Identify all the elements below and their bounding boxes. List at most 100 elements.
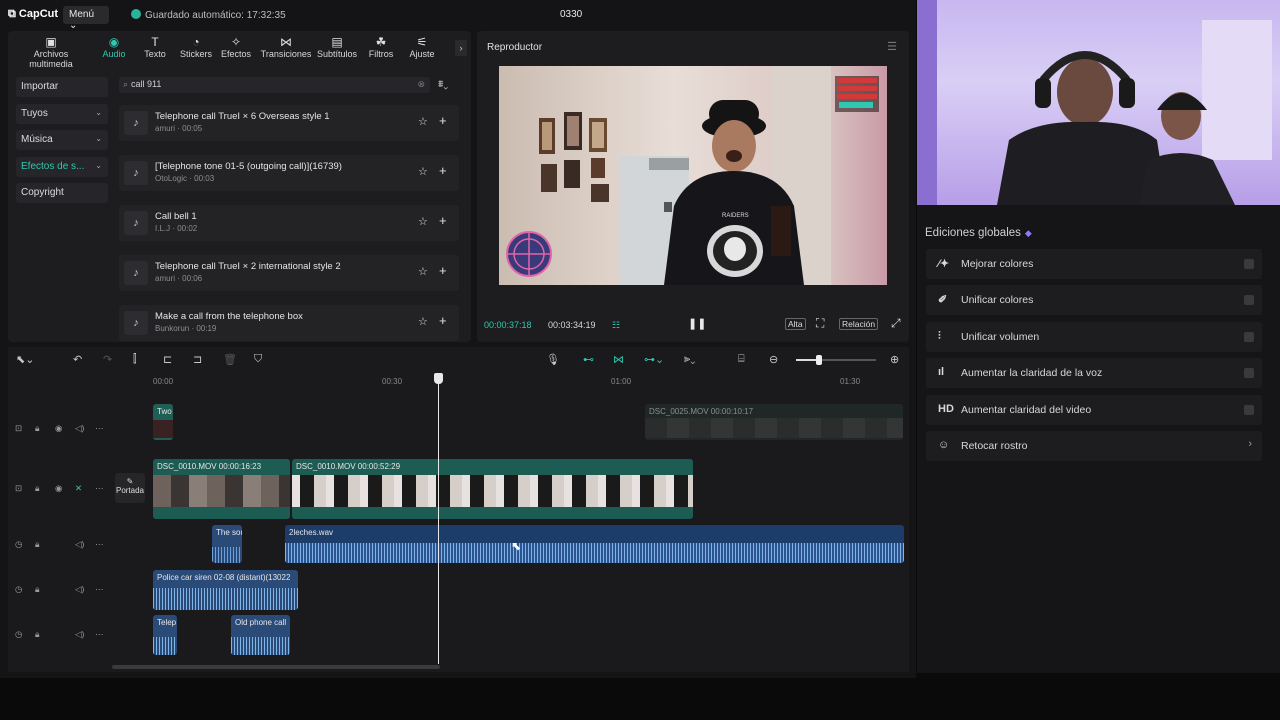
- auto-snap-icon[interactable]: ⋈: [613, 353, 624, 366]
- toggle[interactable]: [1244, 295, 1254, 305]
- audio-clip-siren[interactable]: Police car siren 02-08 (distant)(13022: [153, 570, 298, 610]
- list-item[interactable]: ♪ Call bell 1 I.L.J · 00:02 ☆ +: [119, 205, 459, 241]
- global-edit-unify-colors[interactable]: ✐ Unificar colores: [926, 285, 1262, 315]
- speaker-icon[interactable]: ◁): [75, 423, 84, 434]
- tab-subtitles[interactable]: ▤ Subtítulos: [315, 35, 359, 59]
- clear-icon[interactable]: ⊗: [417, 79, 425, 90]
- menu-icon[interactable]: ☰: [887, 40, 897, 53]
- list-item[interactable]: ♪ Telephone call TrueI × 2 international…: [119, 255, 459, 291]
- pause-button[interactable]: ❚❚: [688, 317, 706, 330]
- favorite-icon[interactable]: ☆: [418, 265, 428, 278]
- toggle[interactable]: [1244, 405, 1254, 415]
- toggle[interactable]: [1244, 368, 1254, 378]
- lock-icon[interactable]: 🔒︎: [35, 483, 40, 494]
- add-icon[interactable]: +: [439, 263, 447, 278]
- category-yours[interactable]: Tuyos ⌄: [16, 103, 108, 124]
- audio-clip-old-phone[interactable]: Old phone call: [231, 615, 290, 655]
- tab-adjust[interactable]: ⚟ Ajuste: [407, 35, 437, 59]
- favorite-icon[interactable]: ☆: [418, 165, 428, 178]
- tab-text[interactable]: T Texto: [140, 35, 170, 59]
- playhead-handle[interactable]: [434, 373, 443, 384]
- add-icon[interactable]: +: [439, 213, 447, 228]
- split-icon[interactable]: ⫿: [133, 353, 137, 366]
- eye-icon[interactable]: ◉: [55, 483, 62, 494]
- preview-icon[interactable]: ⌸: [738, 353, 745, 366]
- tab-effects[interactable]: ✧ Efectos: [219, 35, 253, 59]
- speaker-icon[interactable]: ◁): [75, 584, 84, 595]
- zoom-slider[interactable]: [796, 355, 876, 365]
- main-clip-2[interactable]: DSC_0010.MOV 00:00:52:29: [292, 459, 693, 519]
- more-icon[interactable]: ⋯: [95, 483, 104, 494]
- add-icon[interactable]: +: [439, 163, 447, 178]
- cover-button[interactable]: ✎ Portada: [115, 473, 145, 503]
- lock-icon[interactable]: 🔒︎: [35, 539, 40, 550]
- list-item[interactable]: ♪ Make a call from the telephone box Bun…: [119, 305, 459, 341]
- more-icon[interactable]: ⋯: [95, 629, 104, 640]
- search-input[interactable]: ⌕ call 911 ⊗: [119, 77, 430, 93]
- quality-button[interactable]: Alta: [785, 318, 806, 330]
- tab-stickers[interactable]: ◔ Stickers: [177, 35, 215, 59]
- video-preview[interactable]: RAIDERS: [499, 66, 887, 285]
- link-icon[interactable]: ⊶⌄: [644, 353, 664, 366]
- list-item[interactable]: ♪ Telephone call TrueI × 6 Overseas styl…: [119, 105, 459, 141]
- lock-icon[interactable]: 🔒︎: [35, 584, 40, 595]
- add-icon[interactable]: +: [439, 113, 447, 128]
- select-tool-icon[interactable]: ⬉⌄: [16, 353, 34, 366]
- audio-clip-2leches[interactable]: 2leches.wav: [285, 525, 904, 563]
- speaker-icon[interactable]: ◁): [75, 539, 84, 550]
- microphone-icon[interactable]: 🎙: [546, 353, 560, 366]
- category-sound-effects[interactable]: Efectos de s... ⌄: [16, 156, 108, 177]
- global-edit-video-clarity[interactable]: HD Aumentar claridad del video: [926, 395, 1262, 425]
- main-track-link-icon[interactable]: ⊷: [583, 353, 594, 366]
- tab-audio[interactable]: ◉ Audio: [99, 35, 129, 59]
- global-edit-enhance-colors[interactable]: ⁄✦ Mejorar colores: [926, 249, 1262, 279]
- zoom-out-icon[interactable]: ⊖: [769, 353, 778, 366]
- lock-icon[interactable]: 🔒︎: [35, 629, 40, 640]
- toggle[interactable]: [1244, 332, 1254, 342]
- playhead[interactable]: [438, 374, 439, 664]
- more-icon[interactable]: ⋯: [95, 584, 104, 595]
- add-icon[interactable]: +: [439, 313, 447, 328]
- toggle[interactable]: [1244, 259, 1254, 269]
- category-import[interactable]: Importar: [16, 77, 108, 97]
- filter-button[interactable]: ⩩⌄: [438, 79, 448, 90]
- undo-icon[interactable]: ↶: [73, 353, 82, 366]
- favorite-icon[interactable]: ☆: [418, 115, 428, 128]
- favorite-icon[interactable]: ☆: [418, 215, 428, 228]
- horizontal-scrollbar[interactable]: [112, 665, 440, 669]
- split-left-icon[interactable]: ⊏: [163, 353, 172, 366]
- zoom-slider-handle[interactable]: [816, 355, 822, 365]
- eye-icon[interactable]: ◉: [55, 423, 62, 434]
- global-edit-retouch-face[interactable]: ☺ Retocar rostro ›: [926, 431, 1262, 461]
- speaker-icon[interactable]: ◁): [75, 629, 84, 640]
- global-edit-unify-volume[interactable]: ⫶ Unificar volumen: [926, 322, 1262, 352]
- global-edit-voice-clarity[interactable]: ıl Aumentar la claridad de la voz: [926, 358, 1262, 388]
- ratio-button[interactable]: Relación: [839, 318, 879, 330]
- list-item[interactable]: ♪ [Telephone tone 01-5 (outgoing call)](…: [119, 155, 459, 191]
- more-icon[interactable]: ⋯: [95, 539, 104, 550]
- category-music[interactable]: Música ⌄: [16, 130, 108, 150]
- main-clip-1[interactable]: DSC_0010.MOV 00:00:16:23: [153, 459, 290, 519]
- waveform-toggle-icon[interactable]: ☷: [612, 320, 620, 331]
- shield-icon[interactable]: ⛉: [254, 353, 262, 366]
- audio-clip-telephone[interactable]: Telep: [153, 615, 177, 655]
- redo-icon[interactable]: ↷: [103, 353, 112, 366]
- overlay-clip[interactable]: Two: [153, 404, 173, 440]
- audio-clip[interactable]: The sou: [212, 525, 242, 563]
- zoom-in-icon[interactable]: ⊕: [890, 353, 899, 366]
- favorite-icon[interactable]: ☆: [418, 315, 428, 328]
- chevron-right-icon[interactable]: ›: [455, 40, 467, 56]
- overlay-clip-dim[interactable]: DSC_0025.MOV 00:00:10:17: [645, 404, 903, 440]
- mute-icon[interactable]: ✕: [75, 483, 82, 494]
- tab-media[interactable]: ▣ Archivos multimedia: [11, 35, 91, 69]
- tab-filters[interactable]: ☘ Filtros: [366, 35, 396, 59]
- tab-transitions[interactable]: ⋈ Transiciones: [259, 35, 313, 59]
- menu-button[interactable]: Menú ⌄: [63, 6, 109, 31]
- more-icon[interactable]: ⋯: [95, 423, 104, 434]
- preview-axis-icon[interactable]: ⫸⌄: [684, 353, 695, 366]
- delete-icon[interactable]: 🗑: [223, 353, 237, 366]
- zoom-fit-icon[interactable]: ⛶: [816, 316, 824, 331]
- lock-icon[interactable]: 🔒︎: [35, 423, 40, 434]
- category-copyright[interactable]: Copyright: [16, 183, 108, 203]
- fullscreen-icon[interactable]: ⤢: [891, 316, 901, 331]
